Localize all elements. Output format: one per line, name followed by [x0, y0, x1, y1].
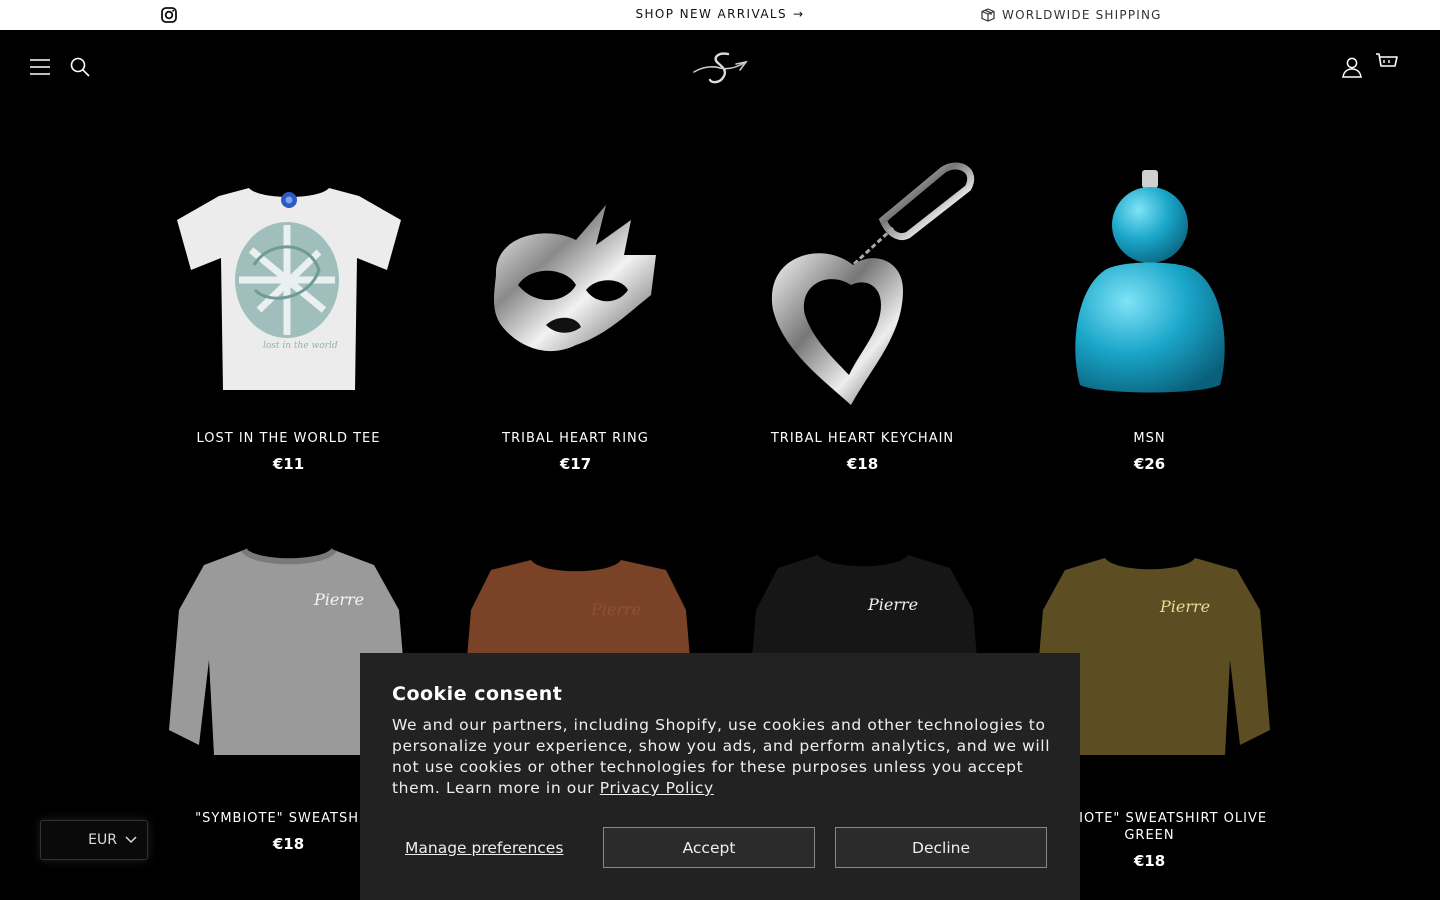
keychain-image	[771, 162, 974, 405]
privacy-policy-link[interactable]: Privacy Policy	[600, 779, 714, 797]
product-image[interactable]: lost in the world	[145, 150, 432, 420]
currency-value: EUR	[88, 832, 117, 848]
product-name[interactable]: TRIBAL HEART RING	[432, 430, 719, 447]
product-price: €17	[559, 455, 592, 473]
manage-preferences-link[interactable]: Manage preferences	[392, 839, 602, 857]
shipping-notice: WORLDWIDE SHIPPING	[980, 7, 1162, 23]
announcement-bar: SHOP NEW ARRIVALS → WORLDWIDE SHIPPING	[0, 0, 1440, 30]
search-icon[interactable]	[70, 57, 90, 77]
product-card[interactable]: lost in the world LOST IN THE WORLD TEE …	[145, 150, 432, 473]
box-icon	[981, 8, 995, 22]
shipping-text: WORLDWIDE SHIPPING	[1002, 8, 1162, 22]
product-card[interactable]: MSN €26	[1006, 150, 1293, 473]
cart-icon[interactable]	[1375, 52, 1399, 74]
product-image[interactable]	[432, 150, 719, 420]
logo[interactable]	[692, 50, 748, 86]
site-header	[0, 30, 1440, 108]
product-price: €18	[846, 455, 879, 473]
product-price: €11	[272, 455, 305, 473]
svg-text:Pierre: Pierre	[590, 600, 641, 619]
product-image[interactable]	[719, 150, 1006, 420]
announcement-center-text: SHOP NEW ARRIVALS	[635, 7, 788, 21]
ring-image	[493, 205, 656, 352]
svg-text:lost in the world: lost in the world	[263, 341, 338, 351]
svg-text:Pierre: Pierre	[1159, 597, 1210, 616]
svg-text:Pierre: Pierre	[867, 595, 918, 614]
cookie-consent-dialog: Cookie consent We and our partners, incl…	[360, 653, 1080, 900]
cookie-title: Cookie consent	[392, 683, 563, 705]
msn-figure-image	[1074, 170, 1225, 393]
account-icon[interactable]	[1341, 56, 1363, 78]
accept-button[interactable]: Accept	[603, 827, 815, 868]
product-name[interactable]: LOST IN THE WORLD TEE	[145, 430, 432, 447]
chevron-down-icon	[125, 836, 137, 844]
arrow-right-icon: →	[793, 7, 805, 21]
product-name[interactable]: TRIBAL HEART KEYCHAIN	[719, 430, 1006, 447]
cookie-body: We and our partners, including Shopify, …	[392, 715, 1052, 799]
tshirt-image: lost in the world	[176, 188, 401, 390]
product-price: €26	[1133, 455, 1166, 473]
cookie-actions: Manage preferences Accept Decline	[392, 827, 1048, 868]
cookie-body-text: We and our partners, including Shopify, …	[392, 716, 1051, 797]
product-image[interactable]	[1006, 150, 1293, 420]
decline-button[interactable]: Decline	[835, 827, 1047, 868]
shop-new-arrivals-link[interactable]: SHOP NEW ARRIVALS →	[0, 7, 1440, 21]
currency-selector[interactable]: EUR	[40, 820, 148, 860]
product-card[interactable]: TRIBAL HEART KEYCHAIN €18	[719, 150, 1006, 473]
svg-text:Pierre: Pierre	[313, 590, 364, 609]
product-name[interactable]: MSN	[1006, 430, 1293, 447]
menu-icon[interactable]	[30, 58, 50, 76]
product-card[interactable]: TRIBAL HEART RING €17	[432, 150, 719, 473]
